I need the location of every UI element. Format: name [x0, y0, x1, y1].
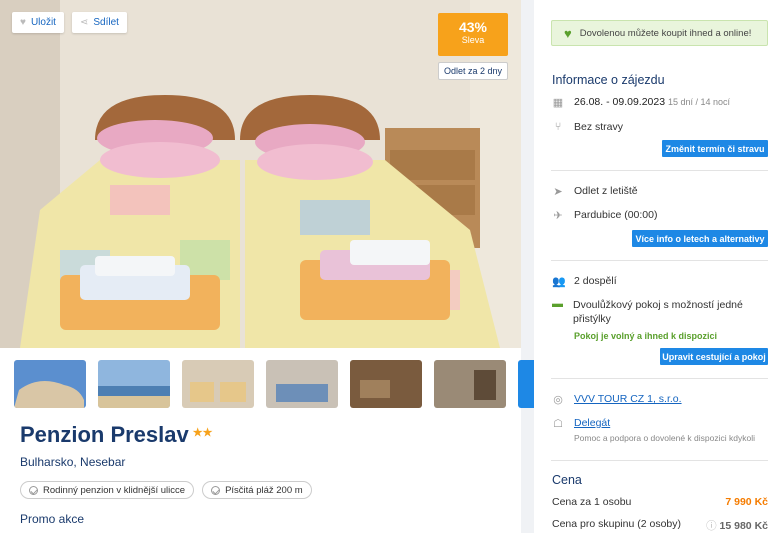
- tag-label: Písčitá pláž 200 m: [225, 484, 303, 496]
- price-group-label: Cena pro skupinu (2 osoby): [552, 518, 681, 530]
- online-notice-text: Dovolenou můžete koupit ihned a online!: [579, 27, 752, 39]
- plane-departure-icon: ➤: [553, 186, 563, 198]
- delegate-icon: ☖: [553, 418, 563, 430]
- discount-percent: 43%: [458, 19, 488, 35]
- calendar-icon: ▦: [552, 97, 564, 109]
- cutlery-icon: ⑂: [554, 121, 562, 133]
- room-row: ▬ Dvoulůžkový pokoj s možností jedné při…: [552, 298, 752, 326]
- departure-title: Odlet z letiště: [574, 185, 638, 197]
- divider: [551, 170, 768, 171]
- trip-dates: ▦ 26.08. - 09.09.2023 15 dní / 14 nocí: [552, 96, 730, 109]
- thumbnail-room-3[interactable]: [350, 360, 422, 408]
- heart-icon: ♥: [20, 17, 26, 28]
- delegate-description: Pomoc a podpora o dovolené k dispozici k…: [574, 433, 755, 443]
- share-label: Sdílet: [93, 17, 119, 28]
- divider: [551, 260, 768, 261]
- discount-label: Sleva: [461, 35, 485, 45]
- divider: [551, 460, 768, 461]
- hotel-name: Penzion Preslav: [20, 422, 189, 447]
- agency-link[interactable]: VVV TOUR CZ 1, s.r.o.: [574, 393, 682, 405]
- travellers-row: 👥 2 dospělí: [552, 275, 617, 288]
- trip-board: ⑂ Bez stravy: [552, 121, 623, 133]
- tag-family-pension: Rodinný penzion v klidnější ulicce: [20, 481, 195, 499]
- tag-label: Rodinný penzion v klidnější ulicce: [43, 484, 186, 496]
- edit-travellers-button[interactable]: Upravit cestující a pokoj: [660, 348, 768, 365]
- bed-icon: ▬: [552, 298, 563, 310]
- airport-value: Pardubice (00:00): [574, 209, 658, 221]
- heart-icon: ♥: [564, 25, 572, 41]
- divider: [551, 378, 768, 379]
- save-button[interactable]: ♥ Uložit: [12, 12, 64, 33]
- price-group-row: Cena pro skupinu (2 osoby) ⓘ 15 980 Kč: [552, 518, 768, 533]
- thumbnail-beach[interactable]: [98, 360, 170, 408]
- people-icon: 👥: [552, 276, 566, 288]
- check-icon: [29, 485, 38, 495]
- thumbnail-coast[interactable]: [14, 360, 86, 408]
- hotel-stars: ★★: [192, 426, 213, 439]
- save-label: Uložit: [30, 17, 56, 28]
- share-button[interactable]: ⋖ Sdílet: [72, 12, 127, 33]
- room-value: Dvoulůžkový pokoj s možností jedné přist…: [573, 299, 743, 325]
- price-title: Cena: [552, 473, 582, 487]
- trip-info-title: Informace o zájezdu: [552, 73, 665, 87]
- plane-icon: ✈: [553, 210, 563, 222]
- hotel-detail-panel: ♥ Uložit ⋖ Sdílet 43% Sleva Odlet za 2 d…: [0, 0, 590, 533]
- agency-row: ◎ VVV TOUR CZ 1, s.r.o.: [552, 393, 682, 406]
- tag-sandy-beach: Písčitá pláž 200 m: [202, 481, 312, 499]
- departure-airport: ✈ Pardubice (00:00): [552, 209, 657, 222]
- thumbnail-room-2[interactable]: [266, 360, 338, 408]
- delegate-link[interactable]: Delegát: [574, 417, 610, 429]
- promo-heading: Promo akce: [20, 512, 85, 526]
- price-group-value: 15 980 Kč: [719, 520, 768, 532]
- thumbnail-room-4[interactable]: [434, 360, 506, 408]
- duration-value: 15 dní / 14 nocí: [668, 97, 731, 107]
- hotel-title: Penzion Preslav ★★: [20, 422, 212, 448]
- price-per-person-label: Cena za 1 osobu: [552, 496, 632, 508]
- globe-icon: ◎: [553, 394, 563, 406]
- flights-info-button[interactable]: Více info o letech a alternativy: [632, 230, 768, 247]
- thumbnail-strip: ▣ +2: [14, 360, 590, 408]
- travellers-value: 2 dospělí: [574, 275, 617, 287]
- board-value: Bez stravy: [574, 121, 624, 133]
- online-purchase-notice: ♥ Dovolenou můžete koupit ihned a online…: [551, 20, 768, 46]
- hotel-location: Bulharsko, Nesebar: [20, 455, 126, 469]
- discount-badge: 43% Sleva: [438, 13, 508, 56]
- thumbnail-room-1[interactable]: [182, 360, 254, 408]
- room-availability: Pokoj je volný a ihned k dispozici: [574, 331, 718, 341]
- booking-sidebar: ♥ Dovolenou můžete koupit ihned a online…: [534, 0, 768, 533]
- hotel-tags: Rodinný penzion v klidnější ulicce Písči…: [20, 481, 312, 499]
- price-per-person-value: 7 990 Kč: [725, 496, 768, 508]
- change-term-button[interactable]: Změnit termín či stravu: [662, 140, 768, 157]
- hero-photo[interactable]: ♥ Uložit ⋖ Sdílet 43% Sleva Odlet za 2 d…: [0, 0, 521, 348]
- info-icon[interactable]: ⓘ: [706, 520, 717, 532]
- departure-airport-title: ➤ Odlet z letiště: [552, 185, 638, 198]
- check-icon: [211, 485, 221, 495]
- delegate-row: ☖ Delegát Pomoc a podpora o dovolené k d…: [552, 417, 755, 447]
- share-icon: ⋖: [80, 17, 89, 28]
- departure-badge: Odlet za 2 dny: [438, 62, 508, 80]
- dates-value: 26.08. - 09.09.2023: [574, 96, 666, 108]
- price-per-person-row: Cena za 1 osobu 7 990 Kč: [552, 496, 768, 508]
